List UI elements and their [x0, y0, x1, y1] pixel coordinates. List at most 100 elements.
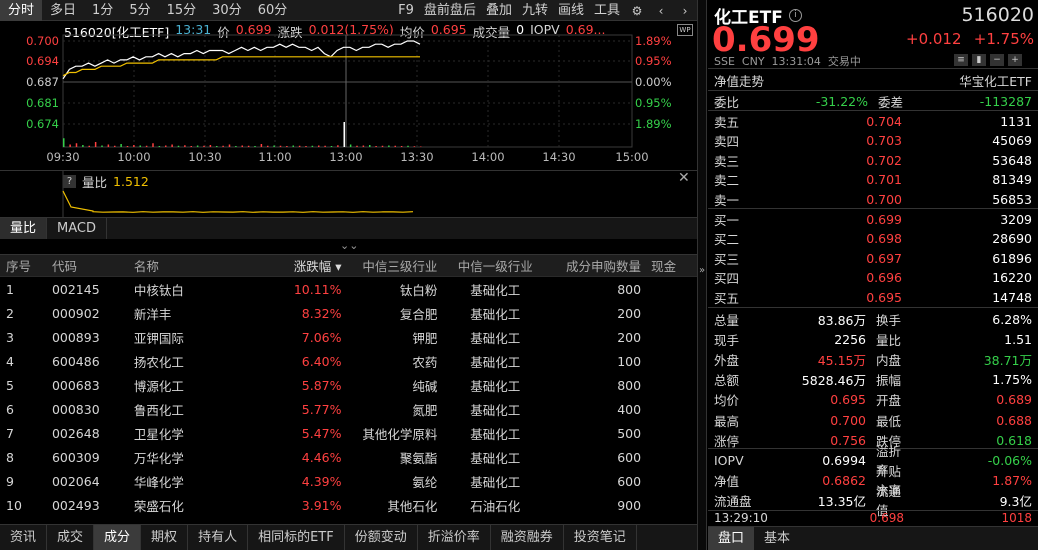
- stat-label: 开盘: [876, 393, 902, 409]
- stat-label: 振幅: [876, 373, 902, 389]
- bottom-tab-8[interactable]: 融资融券: [491, 525, 564, 550]
- volume-bar: [273, 145, 275, 147]
- table-row[interactable]: 1 002145 中核钛白 10.11% 钛白粉 基础化工 800: [0, 277, 697, 301]
- quote-change-pct: +1.75%: [973, 30, 1034, 48]
- cell-name: 中核钛白: [133, 282, 184, 298]
- stat-value: 0.756: [830, 432, 866, 448]
- bottom-tab-7[interactable]: 折溢价率: [418, 525, 491, 550]
- volume-bar: [298, 145, 301, 147]
- bid-row-volume: 16220: [992, 270, 1032, 286]
- bid-row[interactable]: 买五 0.695 14748: [714, 287, 1032, 307]
- table-row[interactable]: 8 600309 万华化学 4.46% 聚氨酯 基础化工 600: [0, 445, 697, 469]
- stat-label: IOPV: [714, 452, 744, 468]
- toolbar-item-0[interactable]: F9: [393, 0, 419, 21]
- stat-value: 0.6994: [822, 452, 866, 468]
- table-row[interactable]: 2 000902 新洋丰 8.32% 复合肥 基础化工 200: [0, 301, 697, 325]
- volume-bar: [349, 144, 352, 147]
- close-icon[interactable]: ✕: [678, 171, 692, 185]
- intraday-chart[interactable]: 0.700 1.89% 0.694 0.95% 0.687 0.00% 0.681 0.95%…: [0, 21, 697, 171]
- indicator-tab-1[interactable]: MACD: [47, 218, 107, 239]
- ask-row[interactable]: 卖四 0.703 45069: [714, 131, 1032, 151]
- ask-row-volume: 81349: [992, 172, 1032, 188]
- bottom-tab-6[interactable]: 份额变动: [345, 525, 418, 550]
- table-row[interactable]: 6 000830 鲁西化工 5.77% 氮肥 基础化工 400: [0, 397, 697, 421]
- bid-row-volume: 14748: [992, 289, 1032, 305]
- nav-row[interactable]: 净值走势 华宝化工ETF: [714, 70, 1032, 90]
- chevron-left-icon[interactable]: ‹: [653, 3, 669, 19]
- volume-bar: [337, 145, 339, 147]
- table-row[interactable]: 10 002493 荣盛石化 3.91% 其他石化 石油石化 900: [0, 493, 697, 517]
- toolbar-item-4[interactable]: 画线: [553, 0, 589, 21]
- table-row[interactable]: 4 600486 扬农化工 6.40% 农药 基础化工 100: [0, 349, 697, 373]
- collapse-chevron-icon[interactable]: ⌄⌄: [340, 239, 358, 252]
- bid-row[interactable]: 买二 0.698 28690: [714, 229, 1032, 249]
- col-header-7[interactable]: 现金: [647, 256, 697, 275]
- bottom-tab-4[interactable]: 持有人: [188, 525, 249, 550]
- cell-code: 002493: [51, 497, 100, 513]
- quote-tab-0[interactable]: 盘口: [708, 527, 755, 550]
- plus-icon[interactable]: +: [1008, 54, 1022, 66]
- price-line: [62, 40, 421, 80]
- bar-icon[interactable]: ▮: [972, 54, 986, 66]
- period-tab-2[interactable]: 1分: [84, 0, 121, 21]
- cell-name: 博源化工: [133, 378, 184, 394]
- bottom-tab-1[interactable]: 成交: [47, 525, 95, 550]
- bid-row[interactable]: 买一 0.699 3209: [714, 209, 1032, 229]
- cell-change-pct: 4.39%: [301, 473, 342, 489]
- table-row[interactable]: 9 002064 华峰化学 4.39% 氨纶 基础化工 600: [0, 469, 697, 493]
- table-row[interactable]: 3 000893 亚钾国际 7.06% 钾肥 基础化工 200: [0, 325, 697, 349]
- stat-row: 最高 0.700 最低 0.688: [714, 410, 1032, 430]
- bid-row[interactable]: 买四 0.696 16220: [714, 268, 1032, 288]
- cell-qty: 200: [617, 305, 642, 321]
- cell-code: 600486: [51, 353, 100, 369]
- bottom-tab-2[interactable]: 成分: [94, 525, 142, 550]
- list-icon[interactable]: ≡: [954, 54, 968, 66]
- col-header-1[interactable]: 代码: [48, 256, 130, 275]
- ask-row[interactable]: 卖五 0.704 1131: [714, 111, 1032, 131]
- col-header-3[interactable]: 涨跌幅 ▾: [248, 256, 348, 275]
- expand-arrow-icon[interactable]: »: [699, 265, 705, 276]
- cell-index: 1: [6, 281, 14, 297]
- stat-label: 流通盘: [714, 493, 752, 509]
- col-header-4[interactable]: 中信三级行业: [348, 256, 444, 275]
- period-tab-4[interactable]: 15分: [159, 0, 205, 21]
- period-tab-1[interactable]: 多日: [42, 0, 84, 21]
- col-header-0[interactable]: 序号: [0, 256, 48, 275]
- ask-row[interactable]: 卖一 0.700 56853: [714, 189, 1032, 209]
- ask-row[interactable]: 卖二 0.701 81349: [714, 170, 1032, 190]
- stat-label: 换手: [876, 312, 902, 328]
- bid-row[interactable]: 买三 0.697 61896: [714, 248, 1032, 268]
- chevron-right-icon[interactable]: ›: [677, 3, 693, 19]
- bottom-tab-0[interactable]: 资讯: [0, 525, 48, 550]
- cell-index: 3: [6, 329, 14, 345]
- toolbar-item-2[interactable]: 叠加: [481, 0, 517, 21]
- toolbar-item-1[interactable]: 盘前盘后: [419, 0, 481, 21]
- bottom-tab-9[interactable]: 投资笔记: [564, 525, 637, 550]
- period-tab-3[interactable]: 5分: [121, 0, 158, 21]
- period-tab-5[interactable]: 30分: [204, 0, 250, 21]
- bottom-tab-5[interactable]: 相同标的ETF: [248, 525, 345, 550]
- table-header: 序号 代码 名称 涨跌幅 ▾ 中信三级行业 中信一级行业 成分申购数量 现金: [0, 255, 697, 277]
- col-header-5[interactable]: 中信一级行业: [443, 256, 547, 275]
- table-row[interactable]: 5 000683 博源化工 5.87% 纯碱 基础化工 800: [0, 373, 697, 397]
- nav-trend-link[interactable]: 净值走势: [714, 71, 764, 90]
- toolbar-item-3[interactable]: 九转: [517, 0, 553, 21]
- col-header-2[interactable]: 名称: [130, 256, 248, 275]
- toolbar-item-5[interactable]: 工具: [589, 0, 625, 21]
- period-tab-6[interactable]: 60分: [250, 0, 296, 21]
- ask-row-label: 卖五: [714, 114, 740, 130]
- ask-row-price: 0.700: [866, 191, 902, 207]
- stat-value: 2256: [834, 331, 866, 347]
- minus-icon[interactable]: −: [990, 54, 1004, 66]
- help-icon[interactable]: ?: [63, 175, 76, 188]
- bottom-tab-3[interactable]: 期权: [141, 525, 189, 550]
- y-right-label: 1.89%: [635, 117, 672, 131]
- col-header-6[interactable]: 成分申购数量: [547, 256, 647, 275]
- indicator-tab-0[interactable]: 量比: [0, 218, 48, 239]
- period-tabs: 分时 多日 1分 5分 15分 30分 60分: [0, 0, 295, 21]
- period-tab-0[interactable]: 分时: [0, 0, 43, 21]
- table-row[interactable]: 7 002648 卫星化学 5.47% 其他化学原料 基础化工 500: [0, 421, 697, 445]
- ask-row[interactable]: 卖三 0.702 53648: [714, 150, 1032, 170]
- gear-icon[interactable]: ⚙: [629, 3, 645, 19]
- quote-tab-1[interactable]: 基本: [754, 527, 800, 550]
